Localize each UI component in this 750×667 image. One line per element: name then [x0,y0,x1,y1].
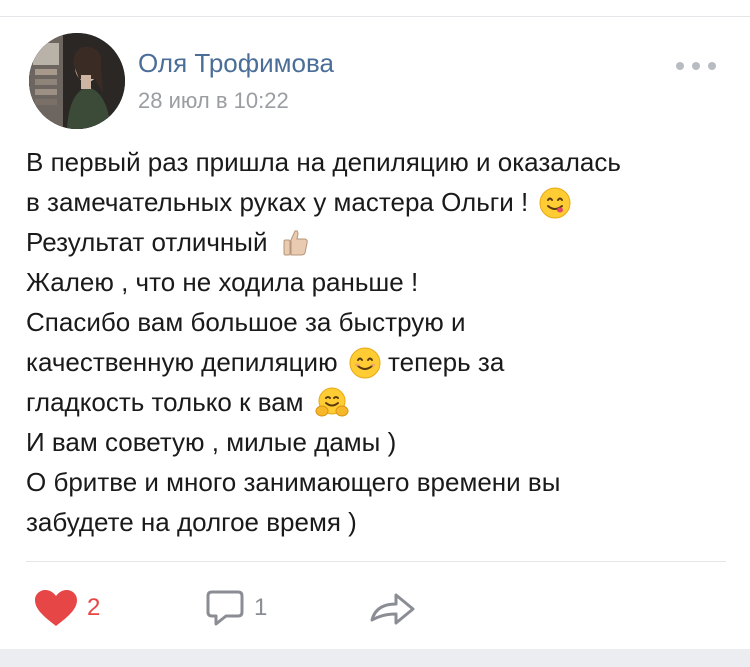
actions-divider [26,561,726,562]
smiling-face-icon [349,347,381,390]
post-line: качественную депиляцию теперь за [26,342,726,382]
feed-separator [0,649,750,667]
vk-post: Оля Трофимова 28 июл в 10:22 В первый ра… [0,0,750,667]
avatar[interactable] [29,33,125,129]
post-line: забудете на долгое время ) [26,507,357,537]
post-line: Жалею , что не ходила раньше ! [26,267,419,297]
like-count: 2 [87,594,101,621]
post-text: В первый раз пришла на депиляцию и оказа… [26,142,726,542]
post-line: в замечательных руках у мастера Ольги ! [26,182,726,222]
share-button[interactable] [368,586,418,630]
post-line-text: Результат отличный [26,227,268,257]
author-name[interactable]: Оля Трофимова [138,48,334,79]
top-divider [0,16,750,17]
post-line: О бритве и много занимающего времени вы [26,467,561,497]
post-line-text: в замечательных руках у мастера Ольги ! [26,187,529,217]
comment-count: 1 [254,594,268,621]
like-button[interactable]: 2 [33,586,100,630]
post-line: Результат отличный [26,222,726,262]
dot-icon [692,62,700,70]
post-line-text: качественную депиляцию [26,347,338,377]
share-arrow-icon [370,593,415,625]
dot-icon [708,62,716,70]
avatar-photo [29,33,125,129]
post-line: Спасибо вам большое за быструю и [26,307,466,337]
post-line-text: теперь за [388,347,505,377]
more-options-button[interactable] [676,56,716,76]
post-line: И вам советую , милые дамы ) [26,427,397,457]
post-line-text: гладкость только к вам [26,387,304,417]
comment-icon [206,590,244,626]
post-line: В первый раз пришла на депиляцию и оказа… [26,147,621,177]
post-timestamp[interactable]: 28 июл в 10:22 [138,88,289,114]
comment-button[interactable]: 1 [204,586,267,630]
heart-icon [35,590,77,626]
dot-icon [676,62,684,70]
face-savoring-food-icon [539,187,571,230]
